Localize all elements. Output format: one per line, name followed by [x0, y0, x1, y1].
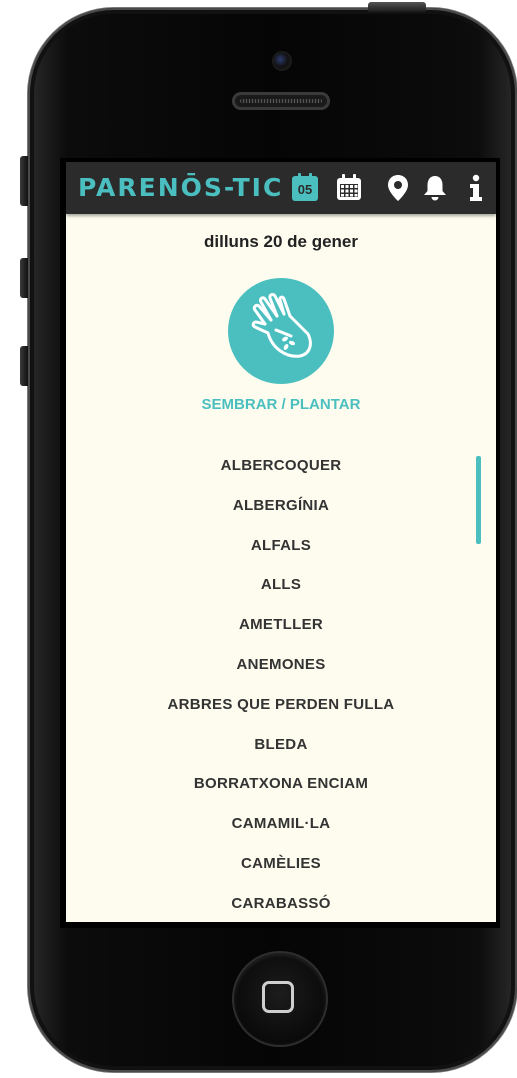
calendar-month-icon[interactable]: [334, 173, 364, 203]
volume-down-button: [20, 346, 28, 386]
home-square-icon: [262, 981, 294, 1013]
calendar-today-icon[interactable]: 05: [290, 173, 320, 203]
list-item[interactable]: BORRATXONA ENCIAM: [66, 764, 496, 804]
front-camera: [274, 53, 290, 69]
list-item[interactable]: ALFALS: [66, 526, 496, 566]
info-icon[interactable]: [462, 173, 492, 203]
app-logo: PARENŌS-TIC: [78, 173, 284, 202]
mute-switch: [20, 156, 28, 206]
list-item[interactable]: ALBERCOQUER: [66, 446, 496, 486]
scrollbar[interactable]: [476, 456, 481, 544]
app-header: PARENŌS-TIC 05: [66, 162, 496, 214]
power-button: [368, 2, 426, 12]
earpiece-speaker: [232, 92, 330, 110]
list-item[interactable]: BLEDA: [66, 725, 496, 765]
list-item[interactable]: ALBERGÍNIA: [66, 486, 496, 526]
list-item[interactable]: ANEMONES: [66, 645, 496, 685]
action-label: SEMBRAR / PLANTAR: [201, 396, 361, 413]
list-item[interactable]: ARBRES QUE PERDEN FULLA: [66, 685, 496, 725]
list-item[interactable]: CARABASSÓ: [66, 884, 496, 922]
location-pin-icon[interactable]: [383, 173, 413, 203]
sow-plant-button[interactable]: [228, 278, 334, 384]
home-button[interactable]: [234, 953, 326, 1045]
today-number: 05: [297, 182, 313, 197]
list-item[interactable]: AMETLLER: [66, 605, 496, 645]
bell-icon[interactable]: [420, 173, 450, 203]
list-item[interactable]: CAMAMIL·LA: [66, 804, 496, 844]
list-item[interactable]: CAMÈLIES: [66, 844, 496, 884]
plant-list: ALBERCOQUER ALBERGÍNIA ALFALS ALLS AMETL…: [66, 446, 496, 922]
app-screen: PARENŌS-TIC 05 dilluns 20 de gener SEMBR…: [66, 162, 496, 922]
list-item[interactable]: ALLS: [66, 565, 496, 605]
date-title: dilluns 20 de gener: [204, 232, 358, 251]
hand-with-seeds-icon: [251, 293, 312, 358]
volume-up-button: [20, 258, 28, 298]
